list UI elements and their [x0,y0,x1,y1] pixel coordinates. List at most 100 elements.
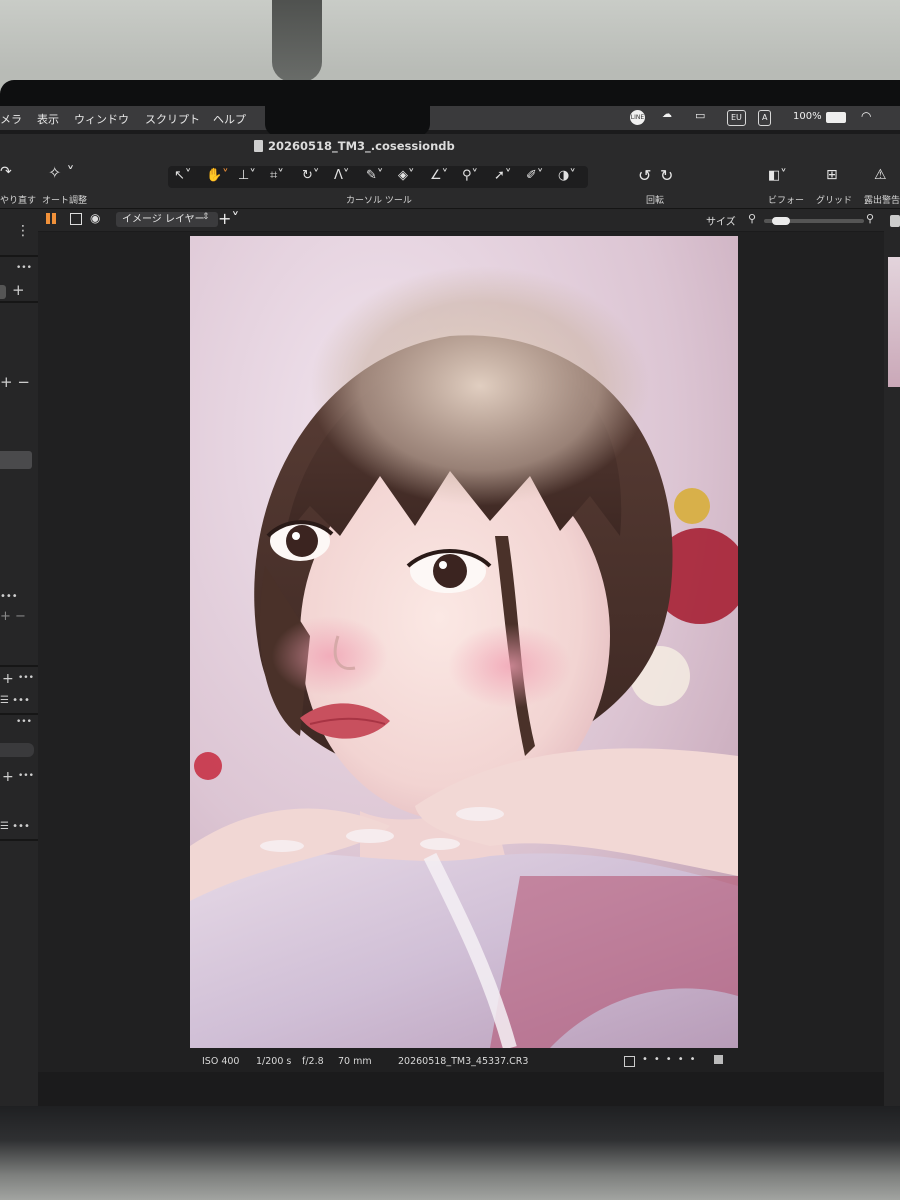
menu-window[interactable]: ウィンドウ [74,111,129,127]
list-icon[interactable]: ☰ ••• [0,695,30,706]
size-label: サイズ [706,217,736,228]
focal-length-value: 70 mm [338,1056,372,1067]
monitor-chin [0,1100,900,1200]
menu-camera[interactable]: メラ [0,111,22,127]
blush-right [448,624,572,708]
rotate-left-icon[interactable]: ↺ [638,166,651,185]
photo[interactable] [190,236,738,1048]
add-icon[interactable]: + [2,769,14,785]
iris-left [286,525,318,557]
list-icon[interactable]: ☰ ••• [0,821,30,832]
filename-value: 20260518_TM3_45337.CR3 [398,1056,529,1067]
eye-icon[interactable]: ◉ [90,211,100,225]
cursor-tools-label: カーソル ツール [346,196,412,206]
grid-label[interactable]: グリッド [816,193,852,206]
chevron-updown-icon[interactable]: ⇕ [202,212,210,222]
cursor-tools-group: ↖˅ ✋˅ ⊥˅ ⌗˅ ↻˅ Λ˅ ✎˅ ◈˅ ∠˅ ⚲˅ ➚˅ ✐˅ ◑˅ [168,166,588,188]
left-tool-panel: ⋮ ••• + + − ••• + − + ••• ☰ ••• ••• + ••… [0,209,38,1106]
line-app-icon[interactable]: LINE [630,110,645,125]
zoom-slider[interactable] [764,217,864,225]
camera-notch [265,106,430,136]
add-icon[interactable]: + − [0,373,30,391]
panel-more-icon[interactable]: ••• [16,717,32,727]
document-title: 20260518_TM3_.cosessiondb [268,139,455,153]
toolbar: ↷ やり直す ✧ ˅ オート調整 ↖˅ ✋˅ ⊥˅ ⌗˅ ↻˅ Λ˅ ✎˅ ◈˅… [0,158,900,209]
grid-icon[interactable]: ⊞ [826,167,838,183]
rotate-right-icon[interactable]: ↻ [660,166,673,185]
eraser-tool-icon[interactable]: ◈˅ [398,168,415,183]
add-layer-icon[interactable]: +˅ [218,209,239,228]
panel-slider[interactable] [0,743,34,757]
before-label[interactable]: ビフォー [768,193,804,206]
auto-adjust-label[interactable]: オート調整 [42,193,87,206]
menu-script[interactable]: スクリプト [145,111,200,127]
hand-tool-icon[interactable]: ✋˅ [206,168,229,183]
panel-more-icon[interactable]: ••• [18,771,34,781]
color-tag-icon[interactable] [624,1056,635,1067]
document-icon [254,140,263,152]
exposure-warning-label[interactable]: 露出警告 [864,193,900,206]
input-eu-badge[interactable]: EU [727,110,746,126]
before-after-icon[interactable]: ◧˅ [768,168,787,183]
keystone-tool-icon[interactable]: Λ˅ [334,168,349,183]
image-info-bar: ISO 400 1/200 s f/2.8 70 mm 20260518_TM3… [38,1052,884,1072]
rotate-tool-icon[interactable]: ↻˅ [302,168,319,183]
redo-icon[interactable]: ↷ [0,164,12,180]
pen-tool-icon[interactable]: ✐˅ [526,168,543,183]
warning-icon[interactable]: ⚠ [874,167,887,183]
wall-shadow [272,0,322,82]
panel-divider [0,713,38,715]
battery-percent: 100% [793,111,822,122]
battery-icon[interactable] [826,112,846,123]
magic-wand-icon[interactable]: ✧ ˅ [48,163,75,182]
wifi-icon[interactable]: ◠ [861,109,871,123]
crop-tool-icon[interactable]: ⌗˅ [270,168,284,183]
redo-label[interactable]: やり直す [0,193,36,206]
rotate-label[interactable]: 回転 [646,193,664,206]
panel-dropdown[interactable] [0,285,6,299]
stamp-tool-icon[interactable]: ⊥˅ [238,168,256,183]
menu-view[interactable]: 表示 [37,111,59,127]
picker-tool-icon[interactable]: ⚲˅ [462,168,478,183]
zoom-in-icon[interactable]: ⚲ [866,212,874,225]
add-remove-icon[interactable]: + − [0,609,26,624]
panel-more-icon[interactable]: ••• [16,263,32,273]
panel-divider [0,301,38,303]
export-icon[interactable] [714,1055,723,1064]
panel-more-icon[interactable]: ⋮ [16,223,30,239]
single-view-icon[interactable] [70,213,82,225]
display-icon[interactable]: ▭ [695,109,705,122]
iso-value: ISO 400 [202,1056,240,1067]
color-picker-icon[interactable]: ◑˅ [558,168,576,183]
nail [260,840,304,852]
brush-tool-icon[interactable]: ✎˅ [366,168,383,183]
menu-help[interactable]: ヘルプ [213,111,246,127]
panel-button[interactable] [0,451,32,469]
shutter-value: 1/200 s [256,1056,292,1067]
gradient-tool-icon[interactable]: ∠˅ [430,168,448,183]
portrait-photo [190,236,738,1048]
image-viewer[interactable] [38,232,884,1052]
add-icon[interactable]: + [12,281,25,299]
creative-cloud-icon[interactable]: ☁ [662,109,672,120]
zoom-slider-knob[interactable] [772,217,791,225]
viewer-header: ◉ イメージ レイヤー ⇕ +˅ サイズ ⚲ ⚲ [38,209,884,231]
annotation-tool-icon[interactable]: ➚˅ [494,168,511,183]
panel-more-icon[interactable]: ••• [0,591,18,602]
iris-right [433,554,467,588]
select-cursor-icon[interactable]: ↖˅ [174,168,191,183]
right-browser-panel [884,209,900,1106]
panel-divider [0,839,38,841]
input-a-badge[interactable]: A [758,110,772,126]
add-icon[interactable]: + [2,671,14,687]
nail [456,807,504,821]
rating-dots[interactable]: ••••• [642,1054,702,1065]
panel-toggle-icon[interactable] [890,215,900,227]
panel-divider [0,255,38,257]
thumbnail[interactable] [888,257,900,387]
multi-view-icon[interactable] [46,213,57,224]
panel-more-icon[interactable]: ••• [18,673,34,683]
blush-left [272,616,388,696]
zoom-out-icon[interactable]: ⚲ [748,212,756,225]
aperture-value: f/2.8 [302,1056,324,1067]
